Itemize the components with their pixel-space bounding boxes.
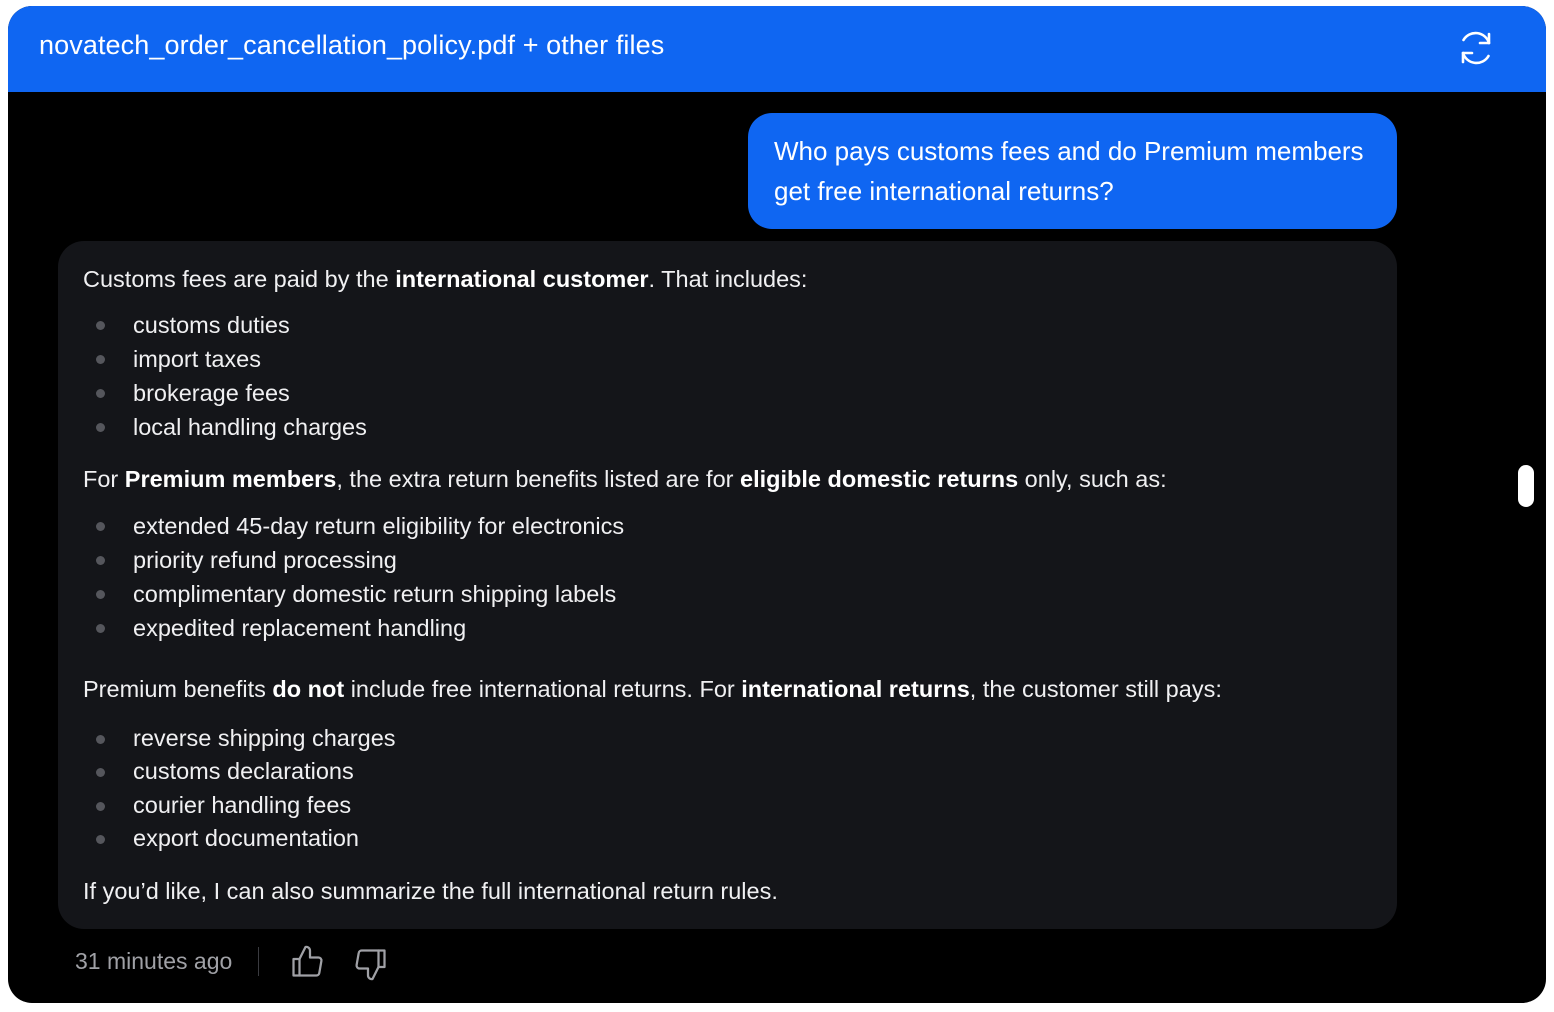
header-bar: novatech_order_cancellation_policy.pdf +… [8, 6, 1546, 92]
list-item-text: import taxes [133, 346, 261, 372]
list-item: export documentation [83, 822, 1371, 855]
refresh-icon [1461, 31, 1491, 65]
assistant-reply-bubble: Customs fees are paid by the internation… [58, 241, 1397, 929]
premium-benefits-list: extended 45-day return eligibility for e… [83, 509, 1371, 645]
reply-text: , the extra return benefits listed are f… [336, 466, 740, 492]
list-item-text: local handling charges [133, 414, 367, 440]
list-item: reverse shipping charges [83, 722, 1371, 755]
international-return-costs-list: reverse shipping charges customs declara… [83, 722, 1371, 855]
list-item: expedited replacement handling [83, 611, 1371, 645]
dislike-button[interactable] [353, 946, 389, 982]
bullet-icon [96, 389, 105, 398]
list-item-text: priority refund processing [133, 547, 397, 573]
thumbs-down-icon [355, 949, 386, 981]
bullet-icon [96, 321, 105, 330]
bullet-icon [96, 423, 105, 432]
reply-bold-text: international returns [741, 676, 970, 702]
bullet-icon [96, 556, 105, 565]
reply-text: include free international returns. For [344, 676, 742, 702]
list-item: customs declarations [83, 755, 1371, 788]
list-item-text: complimentary domestic return shipping l… [133, 581, 617, 607]
list-item: import taxes [83, 342, 1371, 376]
list-item: courier handling fees [83, 789, 1371, 822]
user-message-line: get free international returns? [774, 176, 1114, 206]
reply-paragraph: For Premium members, the extra return be… [83, 463, 1371, 495]
reply-text: Premium benefits [83, 676, 273, 702]
reply-text: For [83, 466, 125, 492]
bullet-icon [96, 801, 105, 811]
scrollbar-thumb[interactable] [1518, 465, 1534, 507]
bullet-icon [96, 735, 105, 744]
list-item-text: courier handling fees [133, 791, 352, 818]
reply-text: , the customer still pays: [969, 676, 1222, 702]
user-message-line: Who pays customs fees and do Premium mem… [774, 136, 1364, 166]
reply-paragraph: Customs fees are paid by the internation… [83, 263, 1371, 295]
bullet-icon [96, 522, 105, 531]
list-item: extended 45-day return eligibility for e… [83, 509, 1371, 543]
customs-fees-list: customs duties import taxes brokerage fe… [83, 308, 1371, 444]
list-item: priority refund processing [83, 543, 1371, 577]
list-item-text: reverse shipping charges [133, 725, 396, 751]
list-item-text: customs duties [133, 312, 290, 338]
list-item: complimentary domestic return shipping l… [83, 577, 1371, 611]
list-item-text: customs declarations [133, 758, 354, 785]
bullet-icon [96, 624, 105, 633]
bullet-icon [96, 590, 105, 599]
reply-text: only, such as: [1018, 466, 1167, 492]
reply-bold-text: eligible domestic returns [740, 466, 1019, 492]
bullet-icon [96, 834, 105, 844]
divider [258, 947, 259, 976]
reply-paragraph: Premium benefits do not include free int… [83, 673, 1371, 705]
list-item: customs duties [83, 308, 1371, 342]
list-item-text: expedited replacement handling [133, 615, 467, 641]
refresh-button[interactable] [1454, 26, 1498, 70]
conversation-title: novatech_order_cancellation_policy.pdf +… [39, 30, 665, 60]
reply-bold-text: Premium members [124, 466, 337, 492]
user-message-bubble: Who pays customs fees and do Premium mem… [748, 113, 1397, 229]
message-footer: 31 minutes ago [8, 936, 1546, 986]
reply-paragraph: If you’d like, I can also summarize the … [83, 878, 778, 905]
reply-bold-text: international customer [395, 266, 649, 292]
bullet-icon [96, 355, 105, 364]
message-timestamp: 31 minutes ago [75, 948, 233, 974]
list-item: local handling charges [83, 410, 1371, 444]
reply-bold-text: do not [272, 676, 345, 702]
thumbs-up-icon [292, 945, 323, 977]
list-item: brokerage fees [83, 376, 1371, 410]
list-item-text: export documentation [133, 824, 360, 851]
reply-text: Customs fees are paid by the [83, 266, 396, 292]
reply-text: . That includes: [648, 266, 808, 292]
like-button[interactable] [289, 944, 325, 980]
bullet-icon [96, 768, 105, 778]
chat-window: novatech_order_cancellation_policy.pdf +… [8, 6, 1546, 1003]
list-item-text: brokerage fees [133, 380, 290, 406]
list-item-text: extended 45-day return eligibility for e… [133, 513, 625, 539]
